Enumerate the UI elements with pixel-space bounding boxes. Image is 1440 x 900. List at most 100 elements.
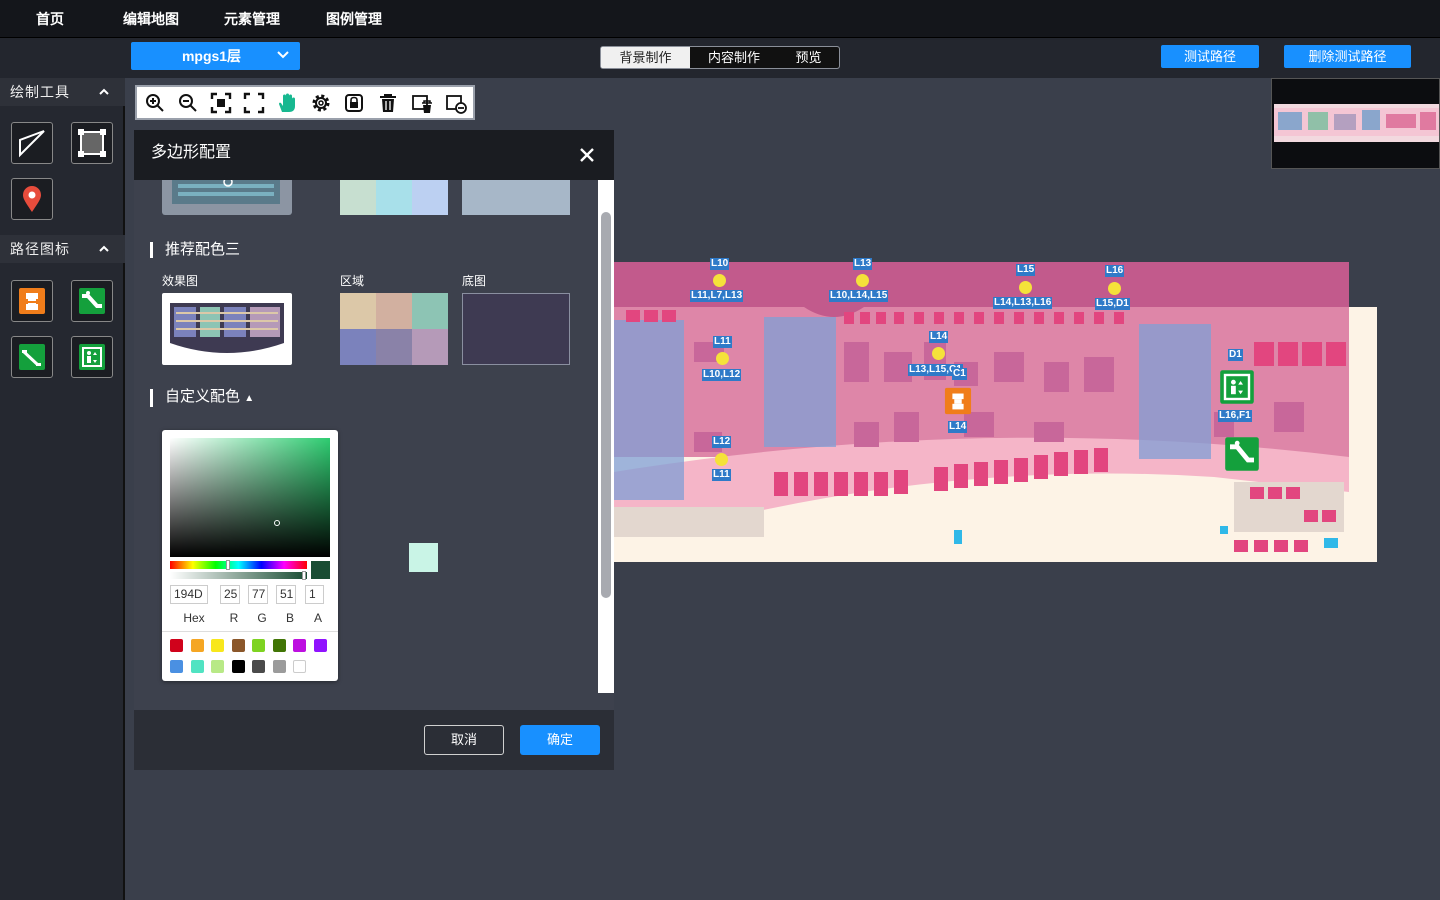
settings-icon[interactable] <box>310 92 332 114</box>
preset-color-swatch[interactable] <box>293 660 306 673</box>
preset-color-swatch[interactable] <box>211 660 224 673</box>
preset-color-swatch[interactable] <box>231 639 245 652</box>
scheme3-region-color[interactable] <box>376 329 412 365</box>
preset-color-swatch[interactable] <box>313 639 327 652</box>
waypoint-dot[interactable] <box>713 274 726 287</box>
preset-color-swatch[interactable] <box>170 639 183 652</box>
waypoint-dot[interactable] <box>1019 281 1032 294</box>
scheme2-region-color[interactable] <box>340 180 376 215</box>
scheme3-region-color[interactable] <box>340 329 376 365</box>
waypoint-dot[interactable] <box>932 347 945 360</box>
scheme3-region-color[interactable] <box>412 329 448 365</box>
lock-icon[interactable] <box>343 92 365 114</box>
nav-edit-map[interactable]: 编辑地图 <box>123 0 179 38</box>
floor-select-value: mpgs1层 <box>181 48 242 64</box>
tab-background[interactable]: 背景制作 <box>601 47 690 68</box>
draw-tools-header[interactable]: 绘制工具 <box>0 78 125 106</box>
custom-title[interactable]: 自定义配色 ▲ <box>150 389 254 407</box>
scheme2-region-color[interactable] <box>412 180 448 215</box>
preset-color-swatch[interactable] <box>190 639 204 652</box>
scheme3-region-color[interactable] <box>412 293 448 329</box>
cancel-button[interactable]: 取消 <box>424 725 504 755</box>
delete-test-path-button[interactable]: 删除测试路径 <box>1284 45 1411 68</box>
scheme2-base-color[interactable] <box>462 180 570 215</box>
test-path-button[interactable]: 测试路径 <box>1161 45 1259 68</box>
path-icons-header[interactable]: 路径图标 <box>0 235 125 263</box>
dialog-scroll-thumb[interactable] <box>601 212 611 598</box>
g-label: G <box>257 611 267 625</box>
polygon-draw-icon <box>78 129 106 157</box>
escalator-down-button[interactable] <box>11 336 53 378</box>
b-label: B <box>285 611 294 625</box>
preset-color-swatch[interactable] <box>170 660 183 673</box>
elevator-icon[interactable] <box>1218 369 1256 405</box>
point-tool-button[interactable] <box>11 178 53 220</box>
alpha-handle[interactable] <box>302 571 306 580</box>
tab-content[interactable]: 内容制作 <box>690 47 778 68</box>
preset-color-swatch[interactable] <box>252 639 265 652</box>
clear-layer-icon[interactable] <box>445 92 467 114</box>
stairs-icon[interactable] <box>944 387 972 415</box>
floor-select[interactable]: mpgs1层 <box>131 42 300 70</box>
polygon-tool-button[interactable] <box>71 122 113 164</box>
hue-slider[interactable] <box>170 560 307 570</box>
escalator-down-icon <box>19 344 45 370</box>
left-sidebar: 绘制工具 路径图标 <box>0 78 125 900</box>
fullscreen-icon[interactable] <box>243 92 265 114</box>
saturation-value-area[interactable] <box>170 438 330 557</box>
preset-color-swatch[interactable] <box>190 660 204 673</box>
waypoint-sublabel: L14,L13,L16 <box>993 297 1053 309</box>
map-canvas[interactable]: L10 L11,L7,L13 L13 L10,L14,L15 L15 L14,L… <box>614 258 1377 562</box>
alpha-slider[interactable] <box>170 571 307 580</box>
minimap-preview <box>1274 104 1439 142</box>
scheme3-region-color[interactable] <box>340 293 376 329</box>
waypoint-sublabel: L10,L12 <box>702 369 742 381</box>
escalator-up-button[interactable] <box>71 280 113 322</box>
sv-cursor[interactable] <box>274 520 280 526</box>
ok-button[interactable]: 确定 <box>520 725 600 755</box>
escalator-icon[interactable] <box>1223 436 1261 472</box>
stairs-icon <box>19 288 45 314</box>
waypoint-dot[interactable] <box>715 453 728 466</box>
custom-title-text: 自定义配色 <box>165 388 241 405</box>
waypoint-sublabel: L10,L14,L15 <box>829 290 889 302</box>
b-input[interactable]: 51 <box>276 585 296 604</box>
scheme3-region-color[interactable] <box>376 293 412 329</box>
preset-color-swatch[interactable] <box>293 639 306 652</box>
preset-color-swatch[interactable] <box>252 660 265 673</box>
hand-pan-icon[interactable] <box>276 92 298 114</box>
preset-color-swatch[interactable] <box>272 639 286 652</box>
waypoint-dot[interactable] <box>1108 282 1121 295</box>
delete-icon[interactable] <box>377 92 399 114</box>
close-icon[interactable] <box>578 146 596 164</box>
r-input[interactable]: 25 <box>220 585 240 604</box>
scheme3-base-color[interactable] <box>462 293 570 365</box>
waypoint-dot[interactable] <box>856 274 869 287</box>
preset-color-swatch[interactable] <box>231 660 245 673</box>
hue-handle[interactable] <box>226 560 230 570</box>
zoom-out-icon[interactable] <box>177 92 199 114</box>
g-input[interactable]: 77 <box>248 585 268 604</box>
a-input[interactable]: 1 <box>305 585 324 604</box>
nav-elements[interactable]: 元素管理 <box>224 0 280 38</box>
hex-input[interactable]: 194D <box>170 585 208 604</box>
waypoint-dot[interactable] <box>716 352 729 365</box>
fit-view-icon[interactable] <box>210 92 232 114</box>
nav-home[interactable]: 首页 <box>36 0 64 38</box>
preset-color-swatch[interactable] <box>211 639 224 652</box>
scheme3-effect-preview[interactable] <box>162 293 292 365</box>
preset-color-swatch[interactable] <box>272 660 286 673</box>
elevator-button[interactable] <box>71 336 113 378</box>
waypoint-sublabel: L14 <box>948 421 968 433</box>
r-label: R <box>229 611 239 625</box>
nav-legend[interactable]: 图例管理 <box>326 0 382 38</box>
scheme2-region-color[interactable] <box>376 180 412 215</box>
zoom-in-icon[interactable] <box>144 92 166 114</box>
minimap[interactable] <box>1271 78 1440 169</box>
tab-preview[interactable]: 预览 <box>778 47 839 68</box>
scheme2-effect-preview[interactable] <box>162 180 292 215</box>
stairs-button[interactable] <box>11 280 53 322</box>
line-tool-button[interactable] <box>11 122 53 164</box>
waypoint-sublabel: L16,F1 <box>1218 410 1252 422</box>
delete-layer-icon[interactable] <box>411 92 433 114</box>
